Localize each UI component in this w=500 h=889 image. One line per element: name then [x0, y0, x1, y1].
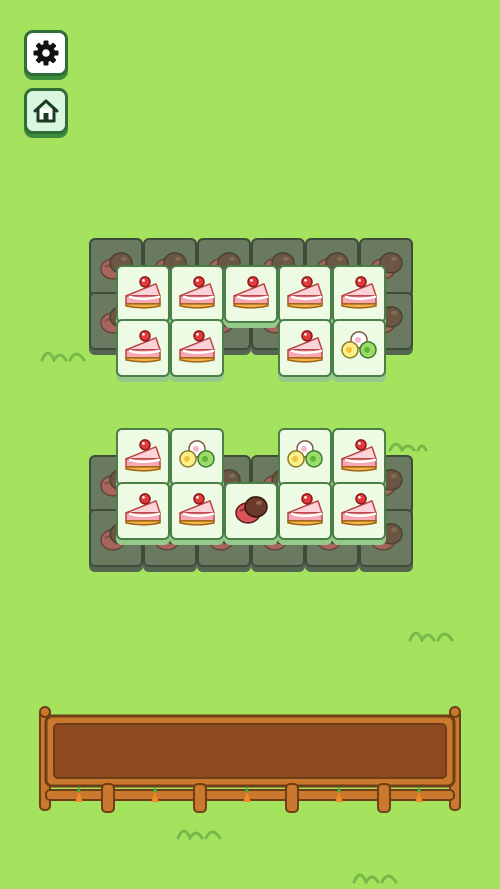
tile[interactable] — [332, 428, 386, 486]
gear-icon — [33, 40, 59, 66]
cake-slice-icon — [125, 493, 161, 526]
tile[interactable] — [278, 482, 332, 540]
tile[interactable] — [116, 482, 170, 540]
cake-slice-icon — [341, 493, 377, 526]
tile[interactable] — [278, 428, 332, 486]
settings-button[interactable] — [24, 30, 68, 76]
tile[interactable] — [278, 265, 332, 323]
tile[interactable] — [224, 482, 278, 540]
chocolate-icon — [235, 496, 268, 524]
home-icon — [33, 99, 59, 123]
cake-slice-icon — [341, 276, 377, 309]
home-button[interactable] — [24, 88, 68, 134]
tile[interactable] — [170, 265, 224, 323]
cake-slice-icon — [287, 276, 323, 309]
cake-slice-icon — [125, 330, 161, 363]
tile[interactable] — [170, 319, 224, 377]
tile[interactable] — [332, 265, 386, 323]
mochi-icon — [287, 440, 323, 468]
grass-tuft — [388, 442, 428, 452]
cake-slice-icon — [179, 330, 215, 363]
tile[interactable] — [278, 319, 332, 377]
cake-slice-icon — [179, 276, 215, 309]
cake-slice-icon — [341, 439, 377, 472]
tile[interactable] — [332, 482, 386, 540]
tile[interactable] — [116, 319, 170, 377]
grass-tuft — [40, 351, 86, 362]
mochi-icon — [341, 331, 377, 359]
tile[interactable] — [116, 428, 170, 486]
cake-slice-icon — [125, 276, 161, 309]
tile-tray — [39, 706, 461, 813]
tile[interactable] — [224, 265, 278, 323]
cake-slice-icon — [125, 439, 161, 472]
tile[interactable] — [116, 265, 170, 323]
tile[interactable] — [170, 482, 224, 540]
cake-slice-icon — [179, 493, 215, 526]
grass-tuft — [352, 873, 398, 884]
mochi-icon — [179, 440, 215, 468]
tile[interactable] — [170, 428, 224, 486]
cake-slice-icon — [287, 330, 323, 363]
cake-slice-icon — [287, 493, 323, 526]
grass-tuft — [176, 829, 222, 840]
cake-slice-icon — [233, 276, 269, 309]
tile[interactable] — [332, 319, 386, 377]
grass-tuft — [408, 631, 454, 642]
